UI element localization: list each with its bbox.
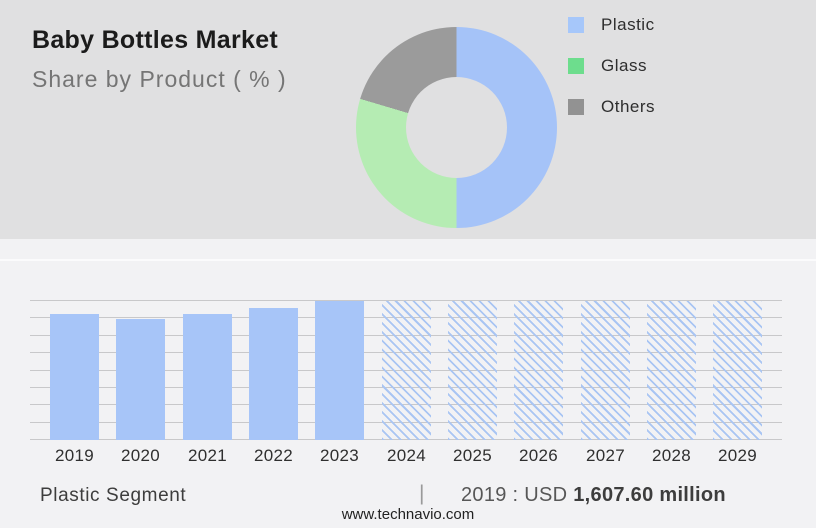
- infographic-canvas: Baby Bottles Market Share by Product ( %…: [0, 0, 816, 528]
- bar-2023: [315, 301, 364, 440]
- bar-2027: [581, 301, 630, 440]
- x-tick-label-2023: 2023: [307, 446, 373, 466]
- legend-swatch-others: [568, 99, 584, 115]
- x-tick-label-2021: 2021: [175, 446, 241, 466]
- page-subtitle: Share by Product ( % ): [32, 66, 287, 93]
- bar-2024: [382, 301, 431, 440]
- legend-label-glass: Glass: [601, 56, 647, 76]
- section-divider: [0, 259, 816, 261]
- bar-plot: 2019202020212022202320242025202620272028…: [30, 300, 782, 440]
- x-tick-label-2024: 2024: [374, 446, 440, 466]
- page-title: Baby Bottles Market: [32, 26, 287, 55]
- x-tick-label-2025: 2025: [440, 446, 506, 466]
- x-tick-label-2027: 2027: [573, 446, 639, 466]
- x-tick-label-2028: 2028: [639, 446, 705, 466]
- legend-swatch-plastic: [568, 17, 584, 33]
- donut-legend: Plastic Glass Others: [568, 16, 655, 139]
- x-tick-label-2022: 2022: [241, 446, 307, 466]
- bar-2020: [116, 319, 165, 440]
- x-tick-label-2019: 2019: [42, 446, 108, 466]
- x-tick-label-2020: 2020: [108, 446, 174, 466]
- legend-label-plastic: Plastic: [601, 15, 655, 35]
- legend-item-others: Others: [568, 98, 655, 115]
- segment-label: Plastic Segment: [40, 485, 186, 507]
- website-link: www.technavio.com: [0, 506, 816, 523]
- footer-value-amount: 1,607.60 million: [573, 484, 726, 506]
- bar-2019: [50, 314, 99, 440]
- bar-2026: [514, 301, 563, 440]
- bar-2021: [183, 314, 232, 440]
- legend-item-glass: Glass: [568, 57, 655, 74]
- footer-value: 2019 : USD 1,607.60 million: [461, 484, 726, 507]
- footer-separator: |: [419, 482, 424, 506]
- donut-hole: [406, 77, 507, 178]
- footer-value-prefix: 2019 : USD: [461, 484, 567, 506]
- bar-2022: [249, 308, 298, 440]
- bar-2028: [647, 301, 696, 440]
- x-tick-label-2026: 2026: [506, 446, 572, 466]
- legend-swatch-glass: [568, 58, 584, 74]
- legend-label-others: Others: [601, 97, 655, 117]
- title-block: Baby Bottles Market Share by Product ( %…: [32, 26, 287, 93]
- bar-2029: [713, 301, 762, 440]
- top-section: Baby Bottles Market Share by Product ( %…: [0, 0, 816, 239]
- bar-2025: [448, 301, 497, 440]
- legend-item-plastic: Plastic: [568, 16, 655, 33]
- x-tick-label-2029: 2029: [705, 446, 771, 466]
- donut-chart: [356, 27, 557, 228]
